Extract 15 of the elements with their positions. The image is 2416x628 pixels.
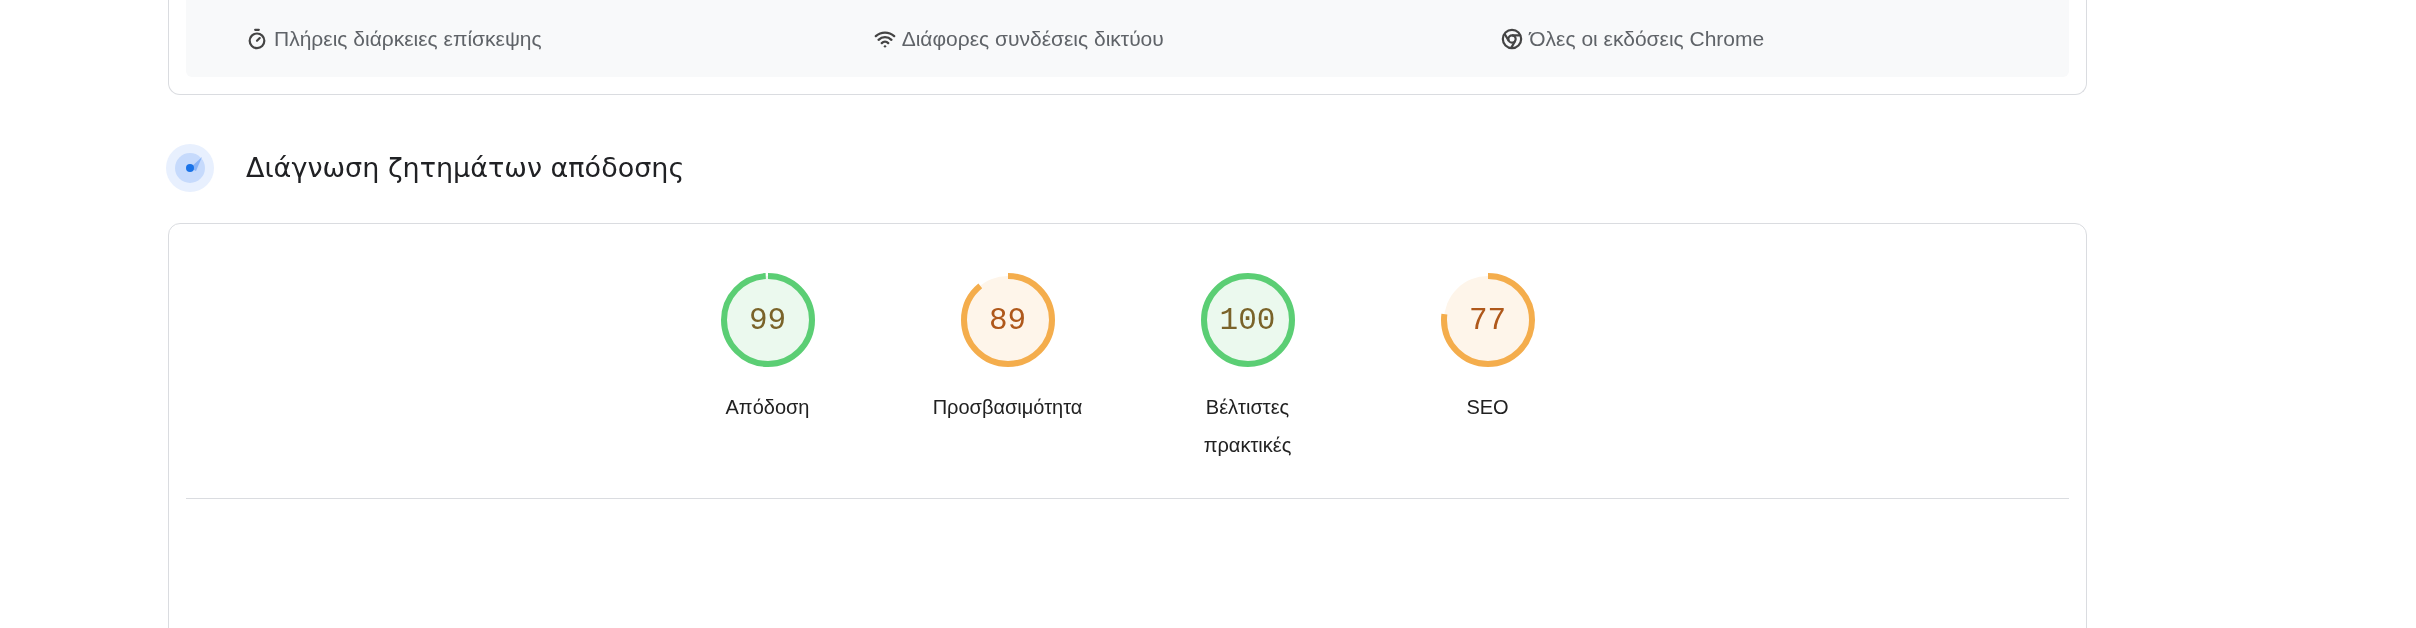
score-value: 99 (748, 304, 787, 336)
score-value: 100 (1219, 304, 1276, 336)
feature-label: Όλες οι εκδόσεις Chrome (1529, 25, 1765, 52)
category-label: Προσβασιμότητα (932, 395, 1083, 420)
category-label: Βέλτιστες πρακτικές (1202, 395, 1293, 458)
category-label: SEO (1465, 395, 1510, 420)
stopwatch-icon (246, 27, 268, 50)
feature-label: Διάφορες συνδέσεις δικτύου (901, 25, 1164, 52)
feature-label: Πλήρεις διάρκειες επίσκεψης (274, 25, 542, 52)
compass-icon (166, 144, 214, 192)
score-value: 89 (988, 304, 1027, 336)
section-title: Διάγνωση ζητημάτων απόδοσης (246, 150, 685, 185)
category-label: Απόδοση (724, 395, 811, 420)
score-value: 77 (1468, 304, 1507, 336)
chrome-icon (1501, 27, 1524, 50)
